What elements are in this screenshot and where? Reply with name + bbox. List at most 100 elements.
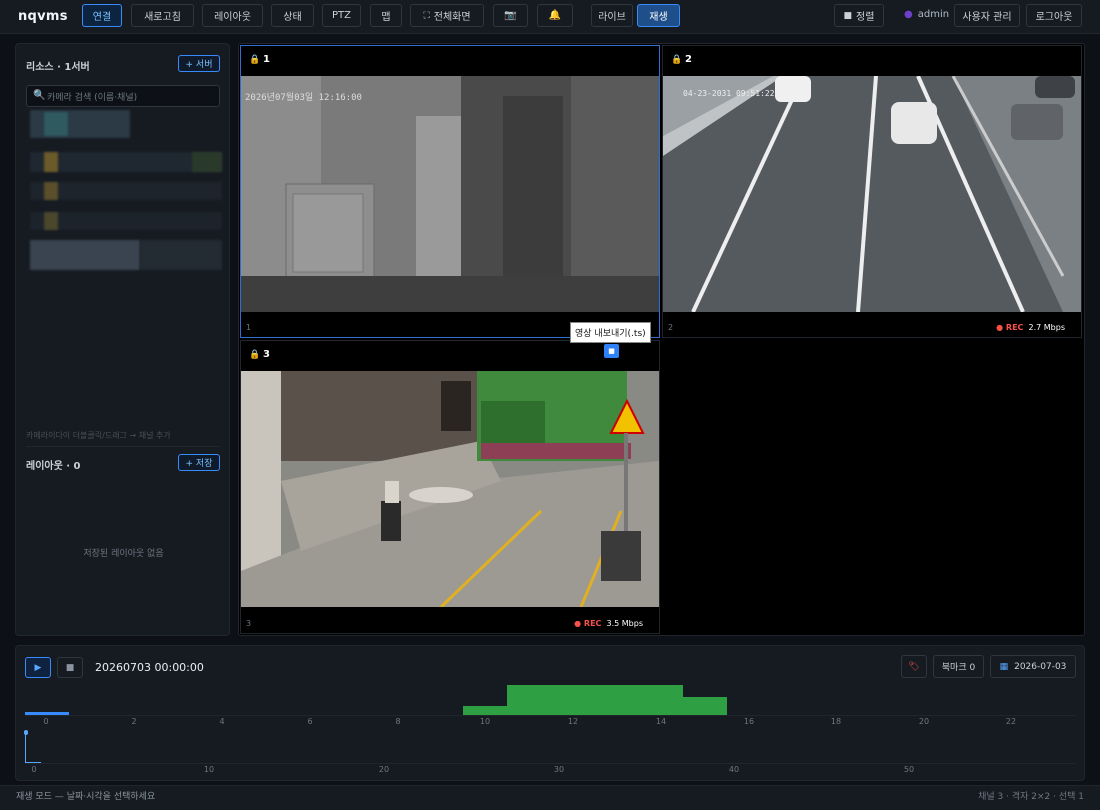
tree-item-icon	[44, 212, 58, 230]
camera-tree	[30, 110, 222, 278]
rec-label: REC	[583, 619, 602, 628]
tree-item[interactable]	[30, 182, 222, 200]
hour-tick: 12	[567, 717, 579, 726]
camera-feed-2: 04-23-2031 09:51:22	[663, 76, 1081, 312]
stop-icon: ■	[65, 662, 75, 673]
fullscreen-icon: ⛶	[423, 10, 430, 21]
hour-tick: 0	[43, 717, 49, 726]
recording-segment[interactable]	[507, 685, 551, 715]
resources-title: 리소스 · 1서버	[26, 62, 90, 73]
tile-footer-number: 3	[246, 619, 252, 628]
hour-tick: 8	[395, 717, 401, 726]
hour-tick: 20	[918, 717, 930, 726]
play-button[interactable]: ▶	[25, 657, 51, 678]
hour-tick: 22	[1005, 717, 1017, 726]
export-video-button[interactable]: ■	[604, 344, 619, 358]
video-tile-empty[interactable]	[662, 340, 1082, 634]
rec-label: REC	[1005, 323, 1024, 332]
osd-timestamp: 2026년07월03일 12:16:00	[245, 91, 362, 103]
playback-mode-button[interactable]: 재생	[637, 4, 680, 27]
minute-tick: 40	[728, 765, 740, 774]
hour-track[interactable]	[25, 715, 1075, 716]
rec-indicator: ● REC 2.7 Mbps	[996, 323, 1065, 332]
rec-indicator: ● REC 3.5 Mbps	[574, 619, 643, 628]
top-toolbar: nqvms 연결 새로고침 레이아웃 상태 PTZ 맵 ⛶ 전체화면 📷 🔔 라…	[0, 0, 1100, 34]
snapshot-button[interactable]: 📷	[493, 4, 528, 27]
sort-label: 정렬	[856, 12, 875, 23]
tree-item[interactable]	[30, 212, 222, 230]
fullscreen-button[interactable]: ⛶ 전체화면	[410, 4, 484, 27]
recording-segment[interactable]	[683, 697, 727, 715]
tree-item[interactable]	[30, 240, 140, 270]
save-layout-button[interactable]: + 저장	[178, 454, 220, 471]
connect-button[interactable]: 연결	[82, 4, 122, 27]
status-button[interactable]: 상태	[271, 4, 314, 27]
playhead-range	[25, 712, 69, 715]
status-message: 재생 모드 — 날짜·시각을 선택하세요	[16, 792, 156, 802]
tile-header: 🔒 1	[241, 46, 659, 76]
status-bar: 재생 모드 — 날짜·시각을 선택하세요 채널 3 · 격자 2×2 · 선택 …	[0, 785, 1100, 810]
lock-icon[interactable]: 🔒	[249, 55, 260, 65]
username: admin	[917, 9, 950, 20]
divider	[26, 446, 220, 447]
ptz-button[interactable]: PTZ	[322, 4, 361, 27]
hour-tick: 6	[307, 717, 313, 726]
minute-playhead-line	[25, 734, 26, 762]
camera-feed-1: 2026년07월03일 12:16:00	[241, 76, 659, 312]
video-tile-2[interactable]: 🔒 2 04-23-2031 09:51:22 2 ● REC 2.7 Mbps	[662, 45, 1082, 338]
user-management-button[interactable]: 사용자 관리	[954, 4, 1020, 27]
tree-item-icon	[44, 152, 58, 172]
layout-button[interactable]: 레이아웃	[202, 4, 263, 27]
lock-icon[interactable]: 🔒	[249, 350, 260, 360]
video-tile-1[interactable]: 🔒 1 2026년07월03일 12:16:00 1	[240, 45, 660, 338]
play-icon: ▶	[34, 662, 42, 673]
app-brand: nqvms	[18, 9, 68, 24]
camera-search-input[interactable]: 🔍 카메라 검색 (이름·채널)	[26, 85, 220, 107]
recording-segment[interactable]	[595, 685, 639, 715]
stop-button[interactable]: ■	[57, 657, 83, 678]
tile-header: 🔒 3	[241, 341, 659, 371]
bookmark-add-button[interactable]: 🏷	[901, 655, 927, 678]
tile-header: 🔒 2	[663, 46, 1081, 76]
fullscreen-label: 전체화면	[433, 12, 471, 23]
tile-footer: 3 ● REC 3.5 Mbps	[241, 607, 659, 633]
hour-tick: 18	[830, 717, 842, 726]
bookmark-button[interactable]: 북마크 0	[933, 655, 984, 678]
user-icon: ●	[904, 9, 913, 20]
recording-segment[interactable]	[639, 685, 683, 715]
tree-item-icon	[44, 112, 68, 136]
date-label: 2026-07-03	[1014, 661, 1067, 672]
minute-tick: 20	[378, 765, 390, 774]
recording-segment[interactable]	[551, 685, 595, 715]
grid-icon: ■	[843, 10, 853, 21]
bell-icon: 🔔	[548, 10, 562, 21]
minute-tick: 30	[553, 765, 565, 774]
recording-segment[interactable]	[463, 706, 507, 715]
video-tile-3[interactable]: 🔒 3 3 ● REC 3.5 Mbps	[240, 340, 660, 634]
osd-timestamp: 04-23-2031 09:51:22	[683, 89, 775, 98]
map-button[interactable]: 맵	[370, 4, 402, 27]
tile-footer-number: 2	[668, 323, 674, 332]
status-summary: 채널 3 · 격자 2×2 · 선택 1	[978, 792, 1084, 802]
drag-hint: 카메라이다이 더블클릭/드래그 → 채널 추가	[26, 431, 171, 440]
tile-number: 1	[263, 54, 270, 65]
bitrate: 2.7 Mbps	[1028, 323, 1066, 332]
hour-tick: 4	[219, 717, 225, 726]
tile-footer: 2 ● REC 2.7 Mbps	[663, 311, 1081, 337]
minute-track[interactable]	[25, 763, 1075, 764]
lock-icon[interactable]: 🔒	[671, 55, 682, 65]
refresh-button[interactable]: 새로고침	[131, 4, 194, 27]
tile-footer-number: 1	[246, 323, 252, 332]
add-server-button[interactable]: + 서버	[178, 55, 220, 72]
tree-item[interactable]	[140, 240, 222, 270]
hour-tick: 16	[743, 717, 755, 726]
hour-tick: 14	[655, 717, 667, 726]
resource-sidebar: 리소스 · 1서버 + 서버 🔍 카메라 검색 (이름·채널) 카메라이다이 더…	[15, 43, 230, 636]
alarm-button[interactable]: 🔔	[537, 4, 573, 27]
search-icon: 🔍	[33, 90, 46, 101]
sort-button[interactable]: ■ 정렬	[834, 4, 884, 27]
minute-tick: 0	[31, 765, 37, 774]
live-mode-button[interactable]: 라이브	[591, 4, 633, 27]
date-picker-button[interactable]: ▦ 2026-07-03	[990, 655, 1076, 678]
logout-button[interactable]: 로그아웃	[1026, 4, 1082, 27]
